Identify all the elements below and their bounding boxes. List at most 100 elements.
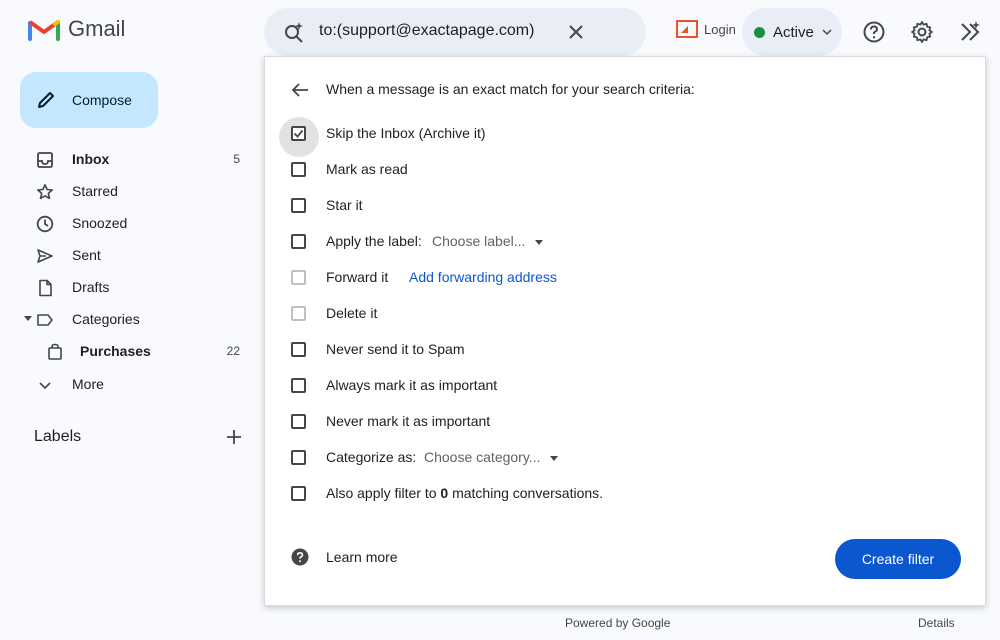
never-important-label: Never mark it as important xyxy=(326,413,491,429)
sidebar-item-label: Snoozed xyxy=(72,215,128,231)
gmail-logo-text: Gmail xyxy=(68,16,126,41)
create-filter-button[interactable]: Create filter xyxy=(835,539,961,579)
option-apply-label[interactable]: Apply the label: xyxy=(291,231,422,251)
label-icon xyxy=(37,314,53,326)
sidebar-item-drafts[interactable]: Drafts xyxy=(24,271,250,303)
apply-label-label: Apply the label: xyxy=(326,233,422,249)
sidebar-item-label: Inbox xyxy=(72,151,110,167)
categorize-checkbox[interactable] xyxy=(291,449,306,465)
option-delete-it[interactable]: Delete it xyxy=(291,303,377,323)
sidebar-item-label: More xyxy=(72,376,104,392)
choose-label-dropdown[interactable]: Choose label... xyxy=(432,233,544,249)
choose-category-dropdown[interactable]: Choose category... xyxy=(424,449,559,465)
login-button[interactable]: Login xyxy=(676,20,736,38)
gmail-logo[interactable]: Gmail xyxy=(28,16,125,42)
sidebar-item-more[interactable]: More xyxy=(24,368,250,400)
dropdown-arrow-icon xyxy=(550,455,559,461)
dropdown-arrow-icon xyxy=(535,239,544,245)
never-important-checkbox[interactable] xyxy=(291,413,306,429)
star-icon xyxy=(37,184,53,200)
categorize-label: Categorize as: xyxy=(326,449,417,465)
powered-by-google: Powered by Google xyxy=(565,616,671,630)
search-sparkle-icon[interactable] xyxy=(282,20,306,49)
draft-icon xyxy=(39,279,52,297)
star-it-label: Star it xyxy=(326,197,363,213)
chevron-down-icon xyxy=(822,29,832,36)
forward-it-checkbox[interactable] xyxy=(291,269,306,285)
apply-existing-label: Also apply filter to 0 matching conversa… xyxy=(326,485,603,501)
sidebar-item-inbox[interactable]: Inbox 5 xyxy=(24,143,250,175)
delete-it-checkbox[interactable] xyxy=(291,305,306,321)
option-star-it[interactable]: Star it xyxy=(291,195,363,215)
skip-inbox-checkbox[interactable] xyxy=(291,125,306,141)
option-skip-inbox[interactable]: Skip the Inbox (Archive it) xyxy=(291,123,486,143)
learn-more-label: Learn more xyxy=(326,549,398,565)
checkmark-icon xyxy=(293,129,304,138)
never-spam-label: Never send it to Spam xyxy=(326,341,465,357)
sidebar-item-label: Starred xyxy=(72,183,118,199)
back-arrow-icon[interactable] xyxy=(291,82,309,103)
pencil-icon xyxy=(38,92,54,108)
option-never-important[interactable]: Never mark it as important xyxy=(291,411,490,431)
choose-label-value: Choose label... xyxy=(432,233,526,249)
choose-category-value: Choose category... xyxy=(424,449,541,465)
apply-label-checkbox[interactable] xyxy=(291,233,306,249)
option-categorize[interactable]: Categorize as: xyxy=(291,447,416,467)
gemini-icon[interactable] xyxy=(958,20,982,49)
filter-heading: When a message is an exact match for you… xyxy=(326,81,695,97)
compose-button[interactable]: Compose xyxy=(20,72,158,128)
option-apply-to-existing[interactable]: Also apply filter to 0 matching conversa… xyxy=(291,483,603,503)
login-app-icon xyxy=(676,20,698,38)
gmail-m-icon xyxy=(28,20,60,41)
compose-label: Compose xyxy=(72,92,132,108)
shopping-bag-icon xyxy=(48,343,62,360)
unread-count: 5 xyxy=(233,152,240,166)
sidebar-item-purchases[interactable]: Purchases 22 xyxy=(24,335,250,367)
apply-existing-suffix: matching conversations. xyxy=(452,485,604,501)
mark-as-read-label: Mark as read xyxy=(326,161,408,177)
option-mark-as-read[interactable]: Mark as read xyxy=(291,159,408,179)
gear-icon[interactable] xyxy=(910,20,934,49)
option-always-important[interactable]: Always mark it as important xyxy=(291,375,497,395)
add-forwarding-address-link[interactable]: Add forwarding address xyxy=(409,269,557,285)
unread-count: 22 xyxy=(226,344,240,358)
sidebar-item-label: Categories xyxy=(72,311,140,327)
mark-as-read-checkbox[interactable] xyxy=(291,161,306,177)
delete-it-label: Delete it xyxy=(326,305,378,321)
matching-count: 0 xyxy=(440,485,449,501)
login-label: Login xyxy=(704,21,736,37)
sidebar-item-label: Purchases xyxy=(80,343,151,359)
chevron-down-icon xyxy=(39,382,51,390)
inbox-icon xyxy=(37,152,53,168)
filter-actions-panel: When a message is an exact match for you… xyxy=(264,56,986,606)
apply-existing-prefix: Also apply filter to xyxy=(326,485,437,501)
forward-it-label: Forward it xyxy=(326,269,389,285)
apply-existing-checkbox[interactable] xyxy=(291,485,306,501)
search-input[interactable]: to:(support@exactapage.com) xyxy=(319,22,534,40)
always-important-label: Always mark it as important xyxy=(326,377,498,393)
sidebar-item-categories[interactable]: Categories xyxy=(24,303,250,335)
sidebar-item-snoozed[interactable]: Snoozed xyxy=(24,207,250,239)
learn-more-link[interactable]: Learn more xyxy=(291,548,398,566)
labels-heading: Labels xyxy=(34,428,82,445)
search-bar[interactable]: to:(support@exactapage.com) xyxy=(264,8,646,56)
help-filled-icon xyxy=(291,548,309,566)
help-icon[interactable] xyxy=(862,20,886,49)
add-label-icon[interactable] xyxy=(226,429,242,450)
sidebar-item-label: Sent xyxy=(72,247,101,263)
option-never-spam[interactable]: Never send it to Spam xyxy=(291,339,465,359)
star-it-checkbox[interactable] xyxy=(291,197,306,213)
details-link[interactable]: Details xyxy=(918,616,955,630)
never-spam-checkbox[interactable] xyxy=(291,341,306,357)
close-icon[interactable] xyxy=(564,20,588,49)
sidebar-item-starred[interactable]: Starred xyxy=(24,175,250,207)
status-dropdown[interactable]: Active xyxy=(742,8,842,56)
skip-inbox-label: Skip the Inbox (Archive it) xyxy=(326,125,486,141)
status-dot xyxy=(754,26,765,38)
sidebar-item-label: Drafts xyxy=(72,279,110,295)
option-forward-it[interactable]: Forward it xyxy=(291,267,388,287)
sidebar-item-sent[interactable]: Sent xyxy=(24,239,250,271)
always-important-checkbox[interactable] xyxy=(291,377,306,393)
send-icon xyxy=(37,249,53,263)
status-label: Active xyxy=(773,23,814,41)
